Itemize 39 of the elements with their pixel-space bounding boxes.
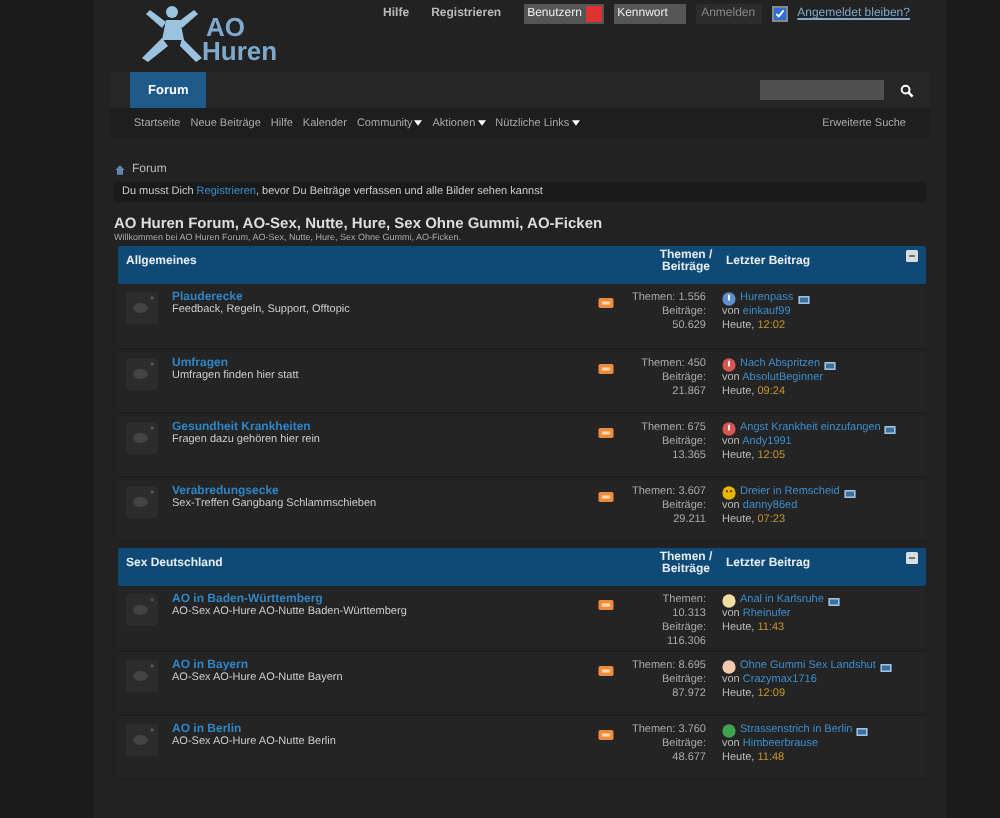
caret-icon[interactable]	[477, 120, 486, 126]
collapse-icon[interactable]	[906, 552, 918, 564]
forum-status-icon	[126, 594, 158, 626]
rss-icon[interactable]	[598, 298, 614, 308]
post-status-icon	[722, 660, 736, 674]
go-to-post-icon[interactable]	[879, 663, 892, 671]
post-status-icon	[722, 724, 736, 738]
rss-icon[interactable]	[598, 666, 614, 676]
search-icon[interactable]	[900, 83, 914, 97]
logo-text: Huren	[202, 40, 278, 64]
forum-status-icon	[126, 660, 158, 692]
post-status-icon	[722, 486, 736, 500]
remember-checkbox[interactable]	[771, 6, 788, 22]
rss-icon[interactable]	[598, 492, 614, 502]
go-to-post-icon[interactable]	[797, 295, 810, 303]
go-to-post-icon[interactable]	[824, 361, 837, 369]
collapse-icon[interactable]	[906, 250, 918, 262]
caret-icon[interactable]	[571, 120, 580, 126]
rss-icon[interactable]	[598, 428, 614, 438]
go-to-post-icon[interactable]	[856, 727, 869, 735]
post-status-icon	[722, 422, 736, 436]
forum-status-icon	[126, 358, 158, 390]
search-field[interactable]	[760, 80, 884, 100]
forum-status-icon	[126, 292, 158, 324]
post-status-icon	[722, 358, 736, 372]
caret-icon[interactable]	[414, 120, 423, 126]
logo-text: AO	[206, 16, 247, 40]
rss-icon[interactable]	[598, 600, 614, 610]
rss-icon[interactable]	[598, 730, 614, 740]
rss-icon[interactable]	[598, 364, 614, 374]
home-icon[interactable]	[114, 164, 126, 176]
post-status-icon	[722, 594, 736, 608]
go-to-post-icon[interactable]	[827, 597, 840, 605]
post-status-icon	[722, 292, 736, 306]
go-to-post-icon[interactable]	[884, 425, 897, 433]
forum-status-icon	[126, 486, 158, 518]
forum-status-icon	[126, 422, 158, 454]
go-to-post-icon[interactable]	[843, 489, 856, 497]
forum-status-icon	[126, 724, 158, 756]
